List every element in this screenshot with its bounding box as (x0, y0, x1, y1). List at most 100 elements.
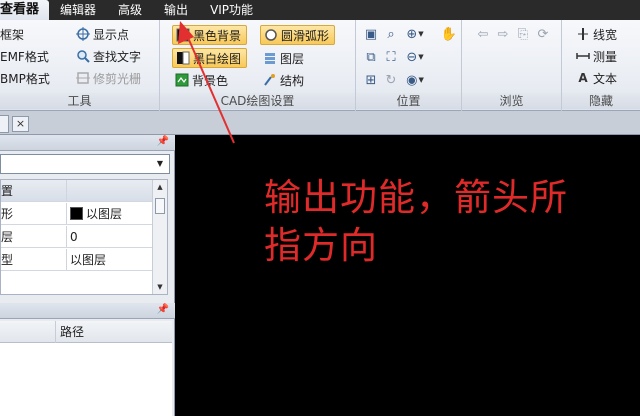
frame-button[interactable]: 框架 (0, 24, 24, 44)
document-tab[interactable] (0, 115, 9, 133)
column-name[interactable] (0, 321, 56, 343)
file-list-header: 📌 (0, 303, 175, 319)
zoom-window-icon[interactable]: ⌕ (382, 25, 400, 43)
bw-drawing-icon (176, 51, 190, 65)
property-name: 形 (1, 203, 67, 224)
smooth-arc-button[interactable]: 圆滑弧形 (260, 25, 336, 45)
line-width-button[interactable]: 线宽 (576, 24, 617, 44)
show-points-button[interactable]: 显示点 (76, 24, 129, 44)
trim-raster-label: 修剪光栅 (93, 71, 142, 86)
property-row: 置 (1, 180, 153, 202)
export-emf-button[interactable]: EMF格式 (0, 46, 49, 66)
find-icon (76, 49, 90, 63)
text-icon: A (578, 71, 588, 85)
group-tools-title: 工具 (0, 93, 159, 109)
background-color-button[interactable]: 背景色 (175, 70, 228, 90)
structure-label: 结构 (280, 73, 305, 88)
property-value-cell[interactable]: 以图层 (67, 203, 153, 224)
orbit-icon[interactable]: ◉ ▼ (406, 71, 424, 89)
text-button[interactable]: A 文本 (576, 68, 617, 88)
scroll-down-icon[interactable]: ▼ (153, 280, 167, 294)
property-grid: 置 形 以图层 层 0 型 以图层 ▲ ▼ (0, 179, 168, 295)
rotate-icon[interactable]: ↻ (382, 71, 400, 89)
tab-output[interactable]: 输出 (153, 0, 199, 20)
zoom-in-icon[interactable]: ⊕ ▼ (406, 25, 424, 43)
property-row[interactable]: 层 0 (1, 226, 153, 248)
line-width-label: 线宽 (593, 27, 618, 42)
measure-button[interactable]: 测量 (576, 46, 617, 66)
black-bg-icon (176, 28, 190, 42)
properties-panel: 📌 ▼ 置 形 以图层 层 0 型 以图层 ▲ ▼ 📌 路径 (0, 135, 175, 416)
black-bg-label: 黑色背景 (193, 28, 242, 43)
line-width-icon (576, 27, 590, 41)
refresh-icon[interactable]: ⟳ (534, 25, 552, 43)
column-path[interactable]: 路径 (60, 321, 84, 343)
find-text-button[interactable]: 查找文字 (76, 46, 141, 66)
tile-icon[interactable]: ⧉ (362, 48, 380, 66)
smooth-arc-label: 圆滑弧形 (281, 28, 330, 43)
document-tab-strip: × (0, 111, 640, 135)
annotation-text: 输出功能，箭头所 指方向 (264, 174, 636, 270)
tab-vip[interactable]: VIP功能 (199, 0, 264, 20)
group-cad-title: CAD绘图设置 (160, 93, 355, 109)
property-scrollbar[interactable]: ▲ ▼ (152, 180, 167, 294)
chevron-down-icon[interactable]: ▼ (152, 156, 168, 172)
annotation-line-2: 指方向 (264, 224, 378, 267)
measure-label: 测量 (593, 49, 618, 64)
group-position: ▣ ⌕ ⊕ ▼ ✋ ⧉ ⛶ ⊖ ▼ ⊞ ↻ ◉ ▼ 位置 (356, 20, 462, 111)
group-browse: ⇦ ⇨ ⎘ ⟳ 浏览 (462, 20, 562, 111)
frame-label: 框架 (0, 27, 25, 42)
back-arrow-icon[interactable]: ⇦ (474, 25, 492, 43)
forward-arrow-icon[interactable]: ⇨ (494, 25, 512, 43)
smooth-arc-icon (264, 28, 278, 42)
structure-icon (263, 73, 277, 87)
group-tools: 框架 EMF格式 BMP格式 显示点 查找文字 修剪光栅 工具 (0, 20, 160, 111)
tab-advanced[interactable]: 高级 (107, 0, 153, 20)
property-name: 型 (1, 249, 67, 270)
structure-button[interactable]: 结构 (263, 70, 304, 90)
property-value: 以图层 (86, 206, 123, 221)
file-list: 路径 (0, 321, 172, 416)
fit-icon[interactable]: ⛶ (382, 48, 400, 66)
tab-editor[interactable]: 编辑器 (49, 0, 107, 20)
text-label: 文本 (593, 71, 618, 86)
window-icon[interactable]: ▣ (362, 25, 380, 43)
layers-icon (263, 51, 277, 65)
emf-label: EMF格式 (0, 49, 49, 64)
zoom-out-icon[interactable]: ⊖ ▼ (406, 48, 424, 66)
group-hide: 线宽 测量 A 文本 隐藏 (562, 20, 640, 111)
file-list-columns: 路径 (0, 321, 172, 343)
tab-viewer[interactable]: 查看器 (0, 0, 50, 20)
property-value[interactable]: 0 (67, 226, 153, 247)
group-hide-title: 隐藏 (562, 93, 640, 109)
show-points-label: 显示点 (93, 27, 130, 42)
property-row[interactable]: 形 以图层 (1, 203, 153, 225)
close-tab-button[interactable]: × (12, 116, 29, 132)
copy-icon[interactable]: ⎘ (514, 25, 532, 43)
property-name: 置 (1, 180, 67, 201)
ribbon: 框架 EMF格式 BMP格式 显示点 查找文字 修剪光栅 工具 黑色背景 黑白绘… (0, 20, 640, 111)
property-row[interactable]: 型 以图层 (1, 249, 153, 271)
pin-icon[interactable]: 📌 (157, 136, 169, 147)
pan-hand-icon[interactable]: ✋ (440, 25, 458, 43)
bw-drawing-label: 黑白绘图 (193, 51, 242, 66)
black-background-button[interactable]: 黑色背景 (172, 25, 248, 45)
export-bmp-button[interactable]: BMP格式 (0, 68, 50, 88)
scroll-up-icon[interactable]: ▲ (153, 180, 167, 194)
group-cad-settings: 黑色背景 黑白绘图 背景色 圆滑弧形 图层 结构 CAD绘图设置 (160, 20, 356, 111)
bg-color-label: 背景色 (192, 73, 229, 88)
layers-button[interactable]: 图层 (263, 48, 304, 68)
object-selector[interactable]: ▼ (0, 154, 170, 174)
property-value (67, 180, 153, 201)
property-value[interactable]: 以图层 (67, 249, 153, 270)
trim-raster-button[interactable]: 修剪光栅 (76, 68, 141, 88)
bw-drawing-button[interactable]: 黑白绘图 (172, 48, 248, 68)
scroll-thumb[interactable] (155, 198, 165, 214)
crosshair-icon (76, 27, 90, 41)
bmp-label: BMP格式 (0, 71, 50, 86)
pin-icon[interactable]: 📌 (157, 304, 169, 315)
measure-icon (576, 49, 590, 63)
grid-icon[interactable]: ⊞ (362, 71, 380, 89)
bg-color-icon (175, 73, 189, 87)
layers-label: 图层 (280, 51, 305, 66)
